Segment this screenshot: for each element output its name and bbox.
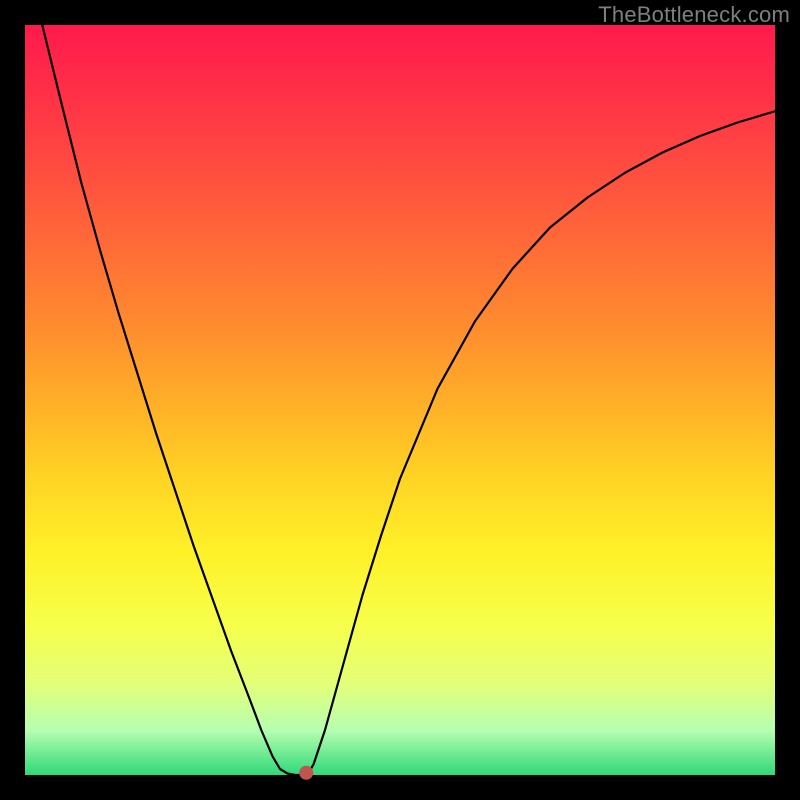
optimal-point-marker xyxy=(299,766,313,780)
chart-container: TheBottleneck.com xyxy=(0,0,800,800)
bottleneck-chart xyxy=(0,0,800,800)
watermark-text: TheBottleneck.com xyxy=(598,2,790,28)
plot-background xyxy=(25,25,775,775)
